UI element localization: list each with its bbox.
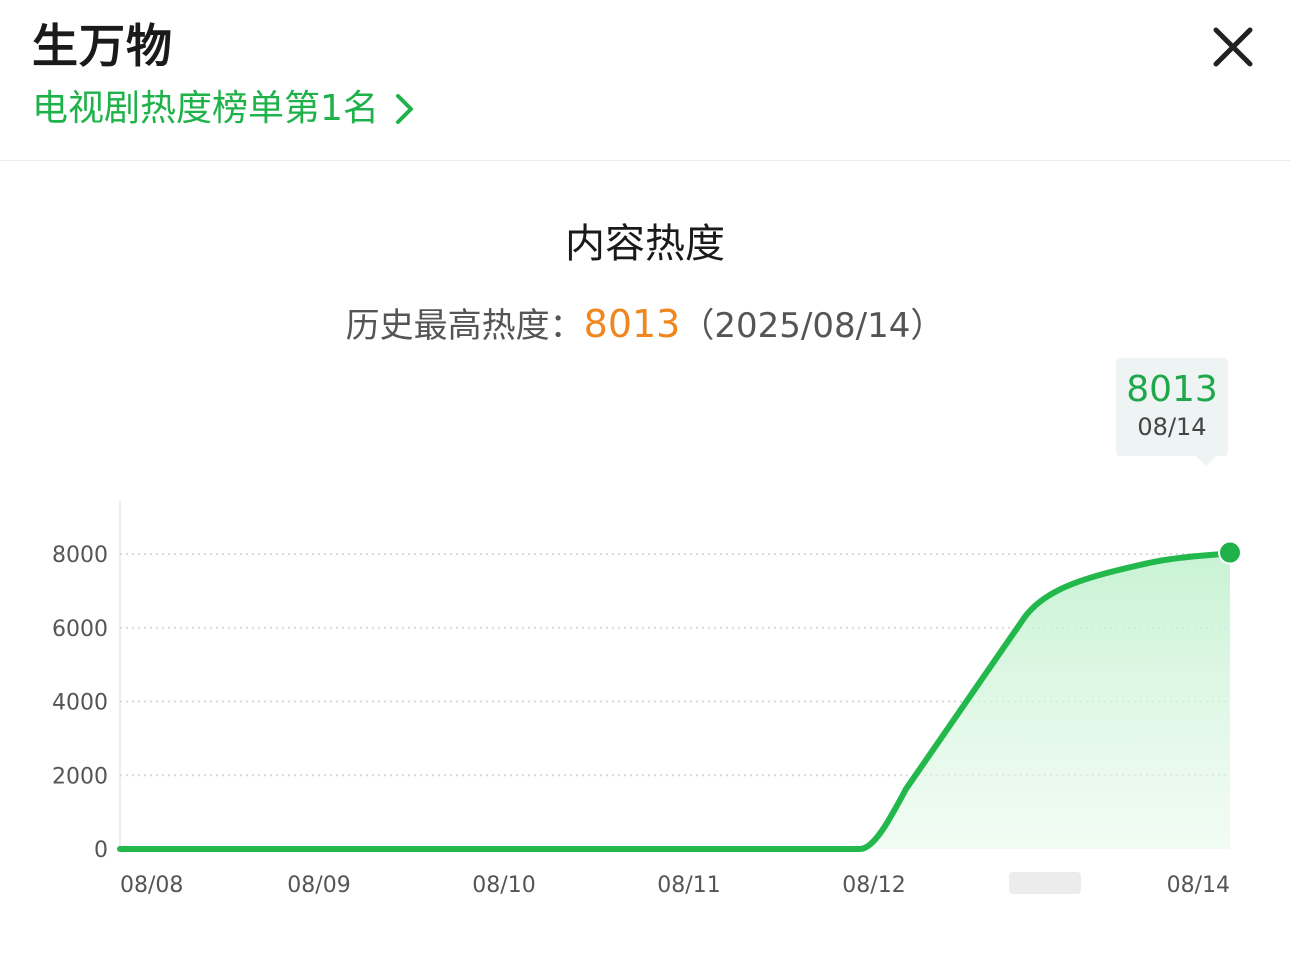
x-tick-label: 08/09 xyxy=(287,873,350,898)
page: 生万物 电视剧热度榜单第1名 内容热度 历史最高热度：8013（2025/08/… xyxy=(0,0,1290,959)
x-tick-label: 08/10 xyxy=(472,873,535,898)
y-tick-label: 2000 xyxy=(52,764,108,789)
y-tick-label: 6000 xyxy=(52,617,108,642)
x-tick-label: 08/08 xyxy=(120,873,183,898)
heat-chart: 0 2000 4000 6000 8000 08/08 08/09 08/10 08/11 08… xyxy=(52,500,1242,898)
series-area xyxy=(120,553,1230,849)
value-tooltip: 8013 08/14 xyxy=(1116,358,1228,466)
x-tick-label: 08/14 xyxy=(1167,873,1230,898)
y-tick-label: 0 xyxy=(94,838,108,863)
tooltip-date: 08/14 xyxy=(1137,413,1207,441)
x-tick-label: 08/12 xyxy=(842,873,905,898)
y-tick-label: 8000 xyxy=(52,543,108,568)
x-tick-obscured xyxy=(1009,872,1081,894)
y-tick-label: 4000 xyxy=(52,691,108,716)
x-tick-label: 08/11 xyxy=(657,873,720,898)
highlight-point[interactable] xyxy=(1218,540,1242,565)
tooltip-value: 8013 xyxy=(1126,369,1218,410)
